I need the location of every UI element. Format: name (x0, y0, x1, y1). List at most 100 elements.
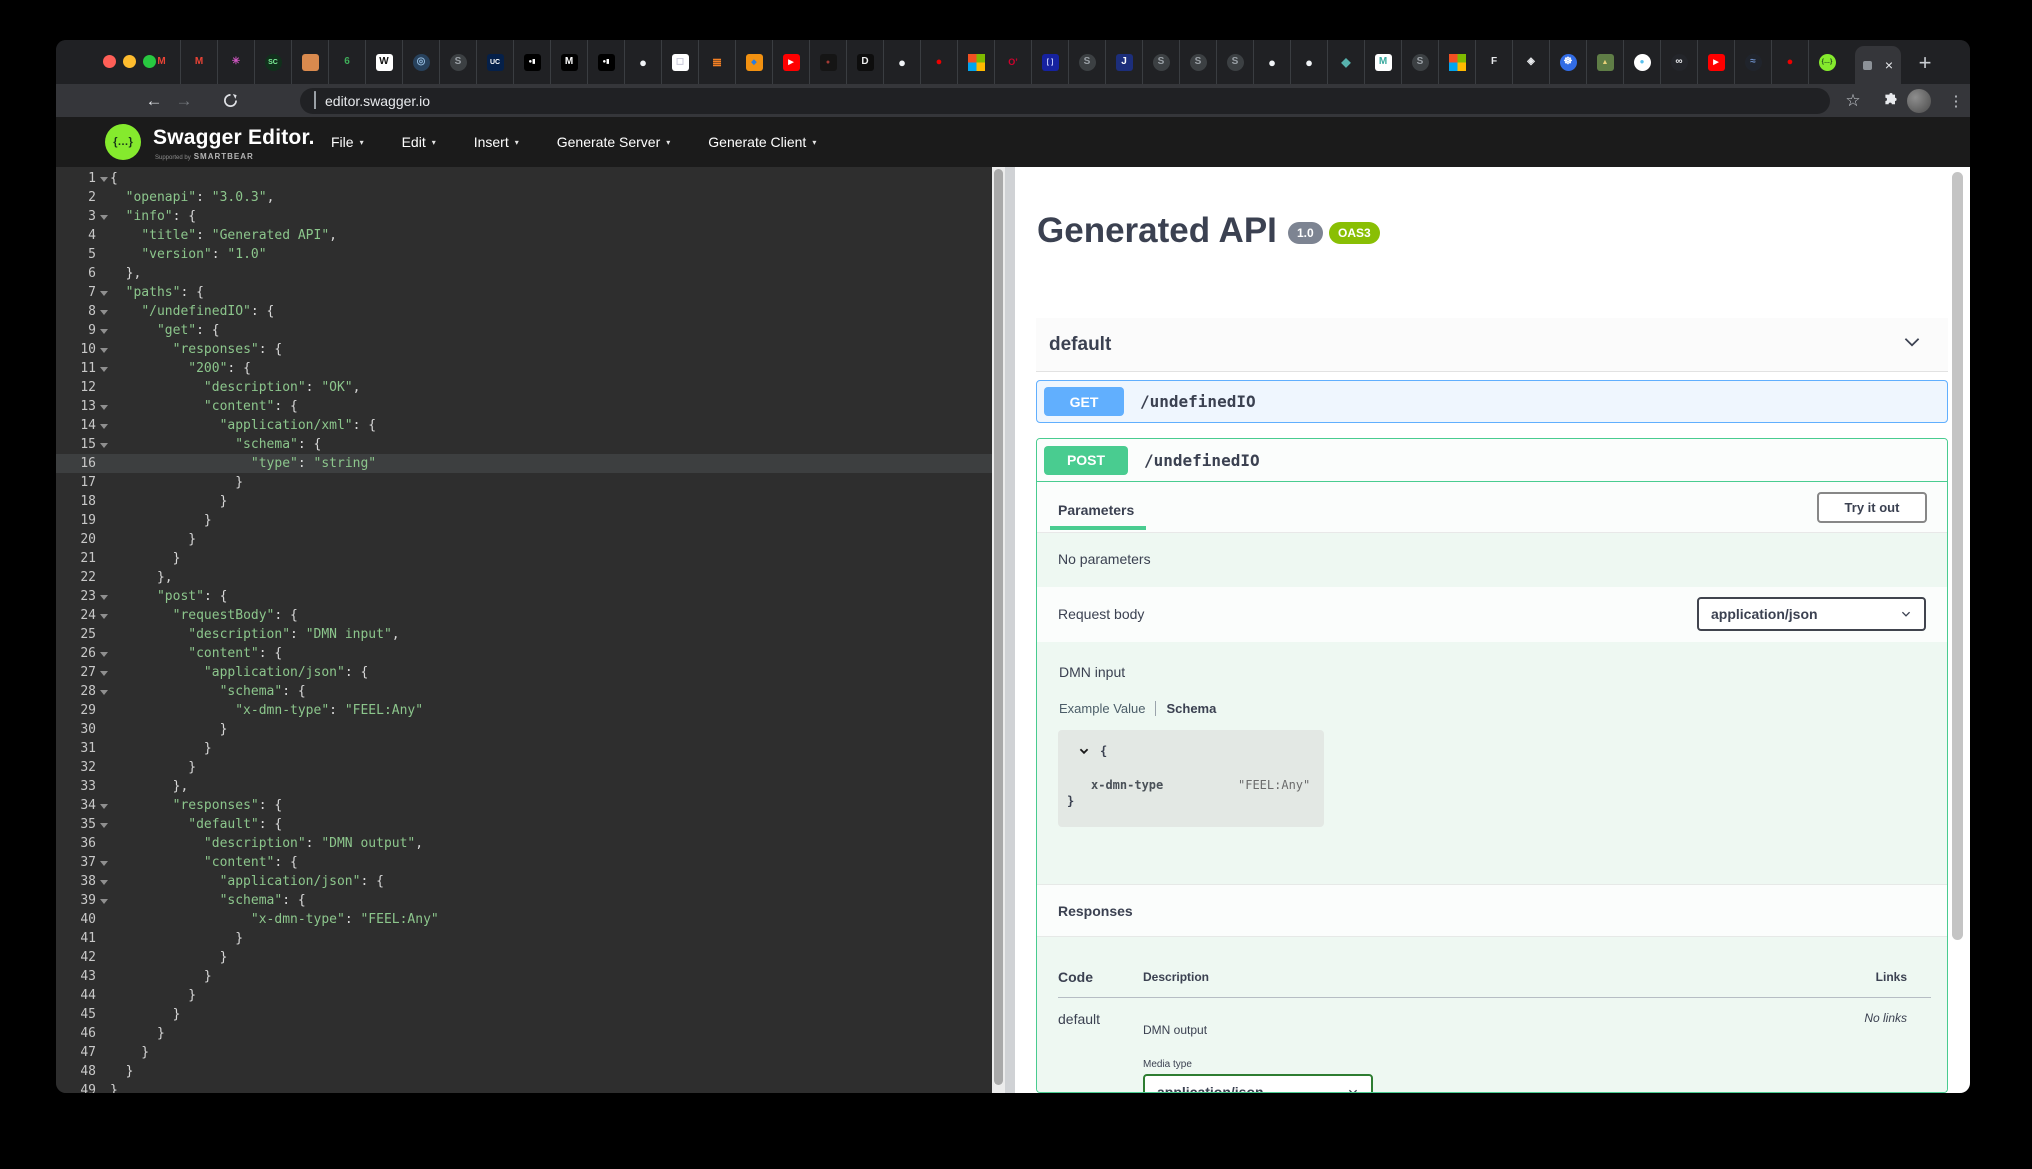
pane-splitter[interactable] (1005, 167, 1015, 1093)
fold-arrow-icon[interactable] (96, 321, 110, 340)
code-line[interactable]: 22 }, (56, 568, 992, 587)
avatar[interactable] (1907, 84, 1931, 117)
fold-arrow-icon[interactable] (96, 815, 110, 834)
code-line[interactable]: 41 } (56, 929, 992, 948)
code-line[interactable]: 47 } (56, 1043, 992, 1062)
code-line[interactable]: 7 "paths": { (56, 283, 992, 302)
code-line[interactable]: 9 "get": { (56, 321, 992, 340)
code-line[interactable]: 4 "title": "Generated API", (56, 226, 992, 245)
fold-arrow-icon[interactable] (96, 872, 110, 891)
fold-arrow-icon[interactable] (96, 283, 110, 302)
response-media-type-select[interactable]: application/json (1143, 1074, 1373, 1092)
fold-arrow-icon[interactable] (96, 682, 110, 701)
new-tab-button[interactable]: + (1908, 48, 1942, 78)
pinned-tab[interactable]: S (1401, 40, 1438, 84)
fold-arrow-icon[interactable] (96, 302, 110, 321)
parameters-tab[interactable]: Parameters (1058, 502, 1134, 518)
pinned-tab[interactable]: UC (476, 40, 513, 84)
code-line[interactable]: 28 "schema": { (56, 682, 992, 701)
pinned-tab[interactable]: ● (1771, 40, 1808, 84)
code-line[interactable]: 1{ (56, 169, 992, 188)
code-line[interactable]: 16 "type": "string" (56, 454, 992, 473)
fold-arrow-icon[interactable] (96, 397, 110, 416)
opblock-get[interactable]: GET /undefinedIO (1036, 380, 1948, 423)
code-line[interactable]: 36 "description": "DMN output", (56, 834, 992, 853)
fold-arrow-icon[interactable] (96, 435, 110, 454)
pinned-tab[interactable] (291, 40, 328, 84)
code-line[interactable]: 24 "requestBody": { (56, 606, 992, 625)
code-lines[interactable]: 1{2 "openapi": "3.0.3", 3 "info": {4 "tit… (56, 167, 992, 1093)
pinned-tab[interactable]: S (1142, 40, 1179, 84)
fold-arrow-icon[interactable] (96, 663, 110, 682)
code-line[interactable]: 3 "info": { (56, 207, 992, 226)
pinned-tab[interactable]: ◈ (1512, 40, 1549, 84)
pinned-tab[interactable]: ● (920, 40, 957, 84)
fold-arrow-icon[interactable] (96, 587, 110, 606)
pinned-tab[interactable] (957, 40, 994, 84)
pinned-tab[interactable]: S (1216, 40, 1253, 84)
code-line[interactable]: 11 "200": { (56, 359, 992, 378)
code-line[interactable]: 15 "schema": { (56, 435, 992, 454)
pinned-tab[interactable]: F (1475, 40, 1512, 84)
code-line[interactable]: 19 } (56, 511, 992, 530)
chevron-down-icon[interactable] (1901, 331, 1923, 358)
editor-scrollbar[interactable] (992, 167, 1005, 1093)
panel-scrollbar-thumb[interactable] (1952, 172, 1963, 940)
pinned-tab[interactable]: O’ (994, 40, 1031, 84)
pinned-tab[interactable]: ▶ (1697, 40, 1734, 84)
code-line[interactable]: 5 "version": "1.0" (56, 245, 992, 264)
pinned-tab[interactable]: S (439, 40, 476, 84)
pinned-tab[interactable]: ◎ (402, 40, 439, 84)
code-line[interactable]: 44 } (56, 986, 992, 1005)
pinned-tab[interactable]: S (1068, 40, 1105, 84)
code-line[interactable]: 20 } (56, 530, 992, 549)
get-method-pill[interactable]: GET (1044, 387, 1124, 416)
code-line[interactable]: 46 } (56, 1024, 992, 1043)
pinned-tab[interactable]: ● (624, 40, 661, 84)
code-line[interactable]: 27 "application/json": { (56, 663, 992, 682)
pinned-tab[interactable]: ▲ (1586, 40, 1623, 84)
code-line[interactable]: 42 } (56, 948, 992, 967)
code-line[interactable]: 2 "openapi": "3.0.3", (56, 188, 992, 207)
pinned-tab[interactable]: ◻ (661, 40, 698, 84)
code-line[interactable]: 34 "responses": { (56, 796, 992, 815)
close-window-button[interactable] (103, 55, 116, 68)
menu-edit[interactable]: Edit ▾ (402, 134, 436, 150)
pinned-tab[interactable] (1438, 40, 1475, 84)
pinned-tab[interactable]: ●▮ (587, 40, 624, 84)
code-line[interactable]: 12 "description": "OK", (56, 378, 992, 397)
code-line[interactable]: 13 "content": { (56, 397, 992, 416)
code-line[interactable]: 8 "/undefinedIO": { (56, 302, 992, 321)
fold-arrow-icon[interactable] (96, 644, 110, 663)
pinned-tab[interactable]: ● (1253, 40, 1290, 84)
menu-generate-server[interactable]: Generate Server ▾ (557, 134, 671, 150)
pinned-tab[interactable]: ☸ (1549, 40, 1586, 84)
code-line[interactable]: 37 "content": { (56, 853, 992, 872)
pinned-tab[interactable]: ●▮ (513, 40, 550, 84)
code-line[interactable]: 39 "schema": { (56, 891, 992, 910)
code-line[interactable]: 33 }, (56, 777, 992, 796)
pinned-tab[interactable]: ≣ (698, 40, 735, 84)
editor-scrollbar-thumb[interactable] (994, 169, 1003, 1085)
minimize-window-button[interactable] (123, 55, 136, 68)
code-editor[interactable]: 1{2 "openapi": "3.0.3", 3 "info": {4 "tit… (56, 167, 992, 1093)
fold-arrow-icon[interactable] (96, 796, 110, 815)
pinned-tab[interactable]: ∞ (1660, 40, 1697, 84)
menu-insert[interactable]: Insert ▾ (474, 134, 519, 150)
pinned-tab[interactable]: 6 (328, 40, 365, 84)
code-line[interactable]: 29 "x-dmn-type": "FEEL:Any" (56, 701, 992, 720)
menu-generate-client[interactable]: Generate Client ▾ (708, 134, 816, 150)
code-line[interactable]: 45 } (56, 1005, 992, 1024)
tab-schema[interactable]: Schema (1166, 701, 1216, 716)
code-line[interactable]: 18 } (56, 492, 992, 511)
pinned-tab[interactable]: [ ] (1031, 40, 1068, 84)
code-line[interactable]: 35 "default": { (56, 815, 992, 834)
pinned-tab[interactable]: M (143, 40, 180, 84)
code-line[interactable]: 23 "post": { (56, 587, 992, 606)
fold-arrow-icon[interactable] (96, 606, 110, 625)
pinned-tab[interactable]: ▶ (772, 40, 809, 84)
pinned-tab[interactable]: ◆ (1327, 40, 1364, 84)
code-line[interactable]: 49} (56, 1081, 992, 1093)
tab-example-value[interactable]: Example Value (1059, 701, 1145, 716)
bookmark-star-icon[interactable]: ☆ (1840, 84, 1866, 117)
